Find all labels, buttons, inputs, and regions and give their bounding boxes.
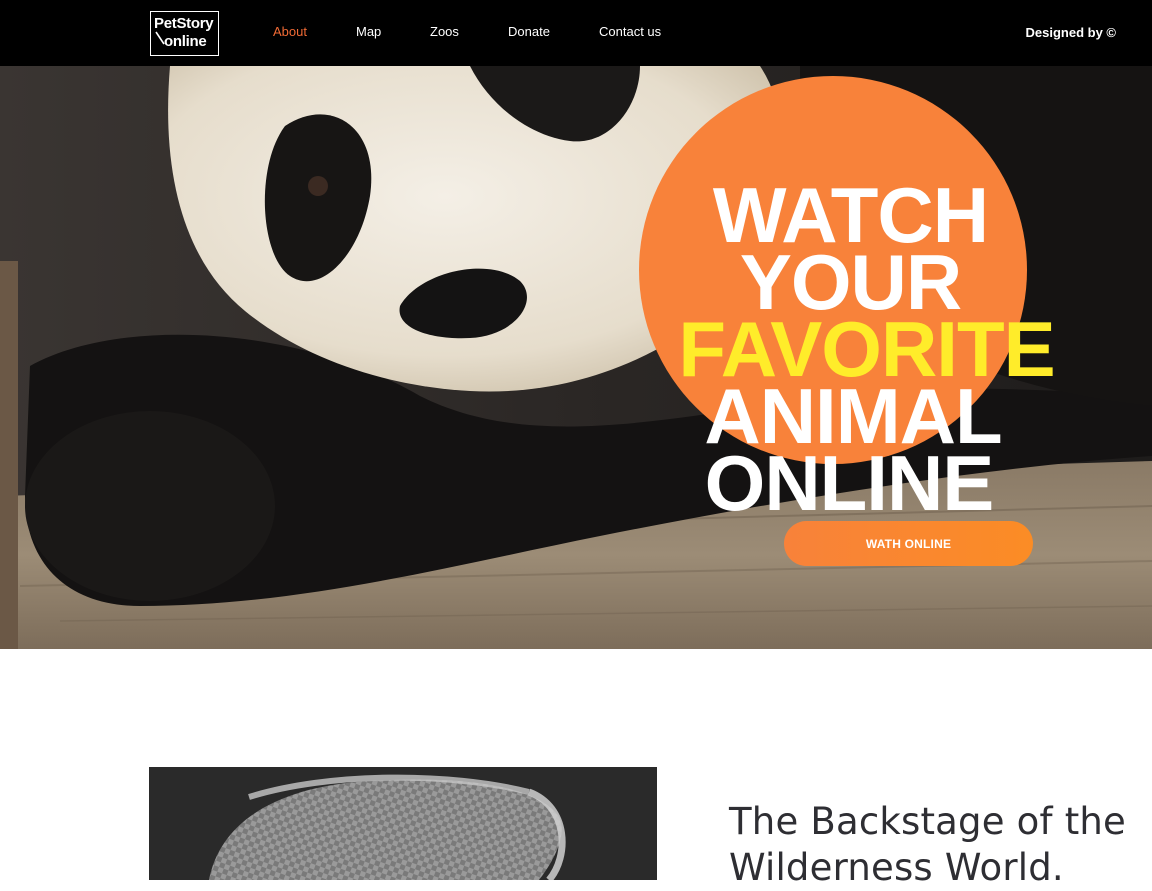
nav-item-about[interactable]: About (273, 24, 307, 39)
nav-item-contact-us[interactable]: Contact us (599, 24, 661, 39)
woven-basket-photo (149, 767, 657, 880)
logo-text-line2: online (164, 33, 207, 50)
nav-item-donate[interactable]: Donate (508, 24, 550, 39)
basket-image (149, 767, 657, 880)
nav-item-zoos[interactable]: Zoos (430, 24, 459, 39)
petstory-logo[interactable]: PetStory online (150, 11, 219, 56)
nav-item-map[interactable]: Map (356, 24, 381, 39)
watch-online-button[interactable]: WATH ONLINE (784, 521, 1033, 566)
about-title-line-2: Wilderness World. (729, 845, 1064, 889)
cursor-icon (155, 31, 165, 45)
designed-by-credit: Designed by © (1025, 25, 1117, 40)
about-section-title: The Backstage of the Wilderness World. (729, 799, 1129, 891)
headline-line-5: ONLINE (704, 439, 995, 528)
top-navigation-bar: PetStory online About Map Zoos Donate Co… (0, 0, 1152, 66)
hero-banner: WATCH YOUR FAVORITE ANIMAL ONLINE WATH O… (0, 66, 1152, 649)
hero-headline: WATCH YOUR FAVORITE ANIMAL ONLINE (638, 176, 1152, 522)
about-title-line-1: The Backstage of the (729, 799, 1127, 843)
